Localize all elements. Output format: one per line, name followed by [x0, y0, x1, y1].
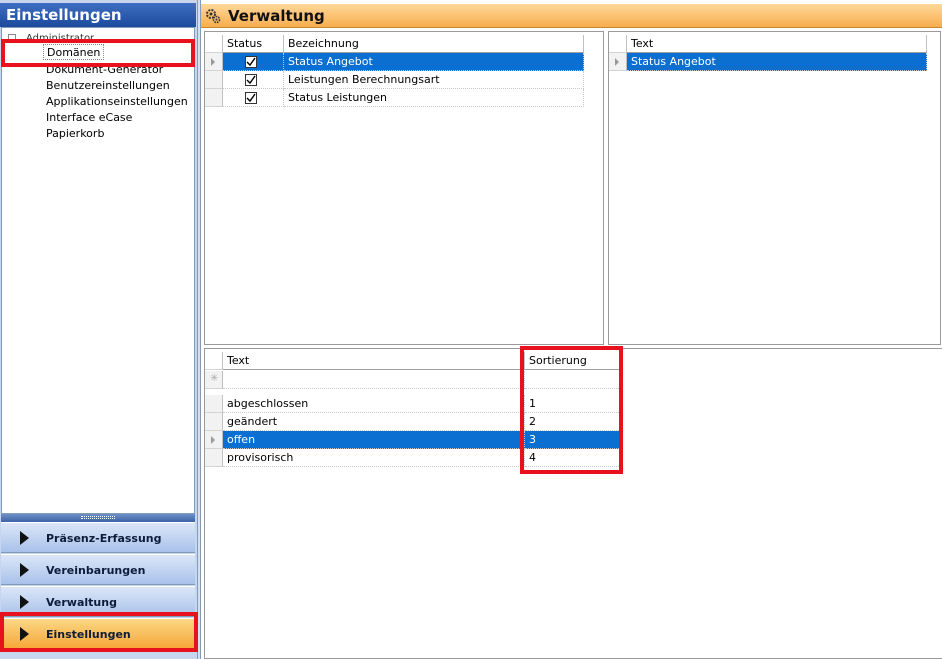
- column-header-status[interactable]: Status: [223, 35, 284, 53]
- row-selector[interactable]: [609, 53, 627, 71]
- bezeichnung-cell[interactable]: Leistungen Berechnungsart: [284, 71, 584, 89]
- values-grid-header: Text Sortierung: [205, 352, 623, 370]
- tree-item-domaenen[interactable]: Domänen: [43, 44, 105, 60]
- text-cell[interactable]: offen: [223, 431, 525, 449]
- triangle-right-icon: [20, 595, 29, 609]
- nav-splitter[interactable]: [1, 514, 195, 522]
- page-title: Verwaltung: [228, 7, 325, 25]
- right-pane: Verwaltung Status Bezeichnung Status Ang…: [200, 0, 942, 659]
- domains-grid: Status Bezeichnung Status Angebot Leistu…: [204, 31, 604, 345]
- row-selector[interactable]: [205, 71, 223, 89]
- table-row[interactable]: Status Angebot: [609, 53, 927, 71]
- bezeichnung-cell[interactable]: Status Angebot: [284, 53, 584, 71]
- text-grid-header: Text: [609, 35, 927, 53]
- tree-item-interface-ecase[interactable]: Interface eCase: [46, 110, 132, 126]
- row-selector[interactable]: [205, 53, 223, 71]
- table-row[interactable]: offen 3: [205, 431, 623, 449]
- status-cell: [223, 71, 284, 89]
- sort-cell[interactable]: 1: [525, 395, 621, 413]
- triangle-right-icon: [20, 531, 29, 545]
- text-cell[interactable]: provisorisch: [223, 449, 525, 467]
- nav-praesenz-erfassung[interactable]: Präsenz-Erfassung: [1, 522, 195, 553]
- table-row[interactable]: abgeschlossen 1: [205, 395, 623, 413]
- left-pane-title: Einstellungen: [0, 3, 196, 27]
- values-grid: Text Sortierung ✳ abgeschlossen 1 geände…: [204, 348, 942, 659]
- row-pointer-icon: [211, 436, 215, 444]
- triangle-right-icon: [20, 627, 29, 641]
- nav-verwaltung[interactable]: Verwaltung: [1, 586, 195, 617]
- check-icon: [246, 75, 256, 85]
- tree-item-benutzereinstellungen[interactable]: Benutzereinstellungen: [46, 78, 170, 94]
- row-selector[interactable]: [205, 431, 223, 449]
- column-header-bezeichnung[interactable]: Bezeichnung: [284, 35, 584, 53]
- sort-cell[interactable]: 4: [525, 449, 621, 467]
- new-sort-cell[interactable]: [525, 371, 621, 389]
- column-header-text[interactable]: Text: [223, 352, 525, 370]
- status-cell: [223, 89, 284, 107]
- text-cell[interactable]: abgeschlossen: [223, 395, 525, 413]
- tree-root-label: Administrator: [26, 32, 95, 44]
- settings-tree: Administrator Domänen Dokument-Generator…: [1, 27, 195, 514]
- table-row[interactable]: Leistungen Berechnungsart: [205, 71, 585, 89]
- status-cell: [223, 53, 284, 71]
- nav-label: Einstellungen: [46, 628, 131, 641]
- tree-root-administrator[interactable]: Administrator: [8, 32, 94, 44]
- table-row[interactable]: Status Angebot: [205, 53, 585, 71]
- row-selector[interactable]: ✳: [205, 371, 223, 389]
- check-icon: [246, 93, 256, 103]
- row-selector[interactable]: [205, 413, 223, 431]
- table-row[interactable]: Status Leistungen: [205, 89, 585, 107]
- sort-cell[interactable]: 3: [525, 431, 621, 449]
- text-cell[interactable]: Status Angebot: [627, 53, 927, 71]
- text-cell[interactable]: geändert: [223, 413, 525, 431]
- asterisk-icon: ✳: [210, 373, 219, 384]
- bezeichnung-cell[interactable]: Status Leistungen: [284, 89, 584, 107]
- column-header-sortierung[interactable]: Sortierung: [525, 352, 621, 370]
- nav-einstellungen[interactable]: Einstellungen: [1, 618, 195, 649]
- row-pointer-icon: [615, 58, 619, 66]
- row-selector[interactable]: [205, 89, 223, 107]
- right-pane-header: Verwaltung: [201, 4, 942, 28]
- gears-icon: [206, 9, 221, 24]
- new-row[interactable]: ✳: [205, 371, 623, 389]
- column-header-text[interactable]: Text: [627, 35, 927, 53]
- nav-label: Vereinbarungen: [46, 564, 146, 577]
- triangle-right-icon: [20, 563, 29, 577]
- sort-cell[interactable]: 2: [525, 413, 621, 431]
- tree-item-papierkorb[interactable]: Papierkorb: [46, 126, 104, 142]
- new-text-cell[interactable]: [223, 371, 525, 389]
- grip-icon: [81, 516, 115, 519]
- nav-vereinbarungen[interactable]: Vereinbarungen: [1, 554, 195, 585]
- status-checkbox[interactable]: [245, 74, 257, 86]
- text-grid: Text Status Angebot: [608, 31, 941, 345]
- row-pointer-icon: [211, 58, 215, 66]
- left-pane: Einstellungen Administrator Domänen Doku…: [0, 0, 198, 659]
- nav-label: Verwaltung: [46, 596, 117, 609]
- row-selector[interactable]: [205, 449, 223, 467]
- row-selector[interactable]: [205, 395, 223, 413]
- table-row[interactable]: provisorisch 4: [205, 449, 623, 467]
- tree-item-applikationseinstellungen[interactable]: Applikationseinstellungen: [46, 94, 188, 110]
- table-row[interactable]: geändert 2: [205, 413, 623, 431]
- status-checkbox[interactable]: [245, 92, 257, 104]
- collapse-icon[interactable]: [8, 34, 16, 42]
- check-icon: [246, 57, 256, 67]
- nav-label: Präsenz-Erfassung: [46, 532, 162, 545]
- domains-grid-header: Status Bezeichnung: [205, 35, 585, 53]
- tree-item-dokument-generator[interactable]: Dokument-Generator: [46, 62, 163, 78]
- status-checkbox[interactable]: [245, 56, 257, 68]
